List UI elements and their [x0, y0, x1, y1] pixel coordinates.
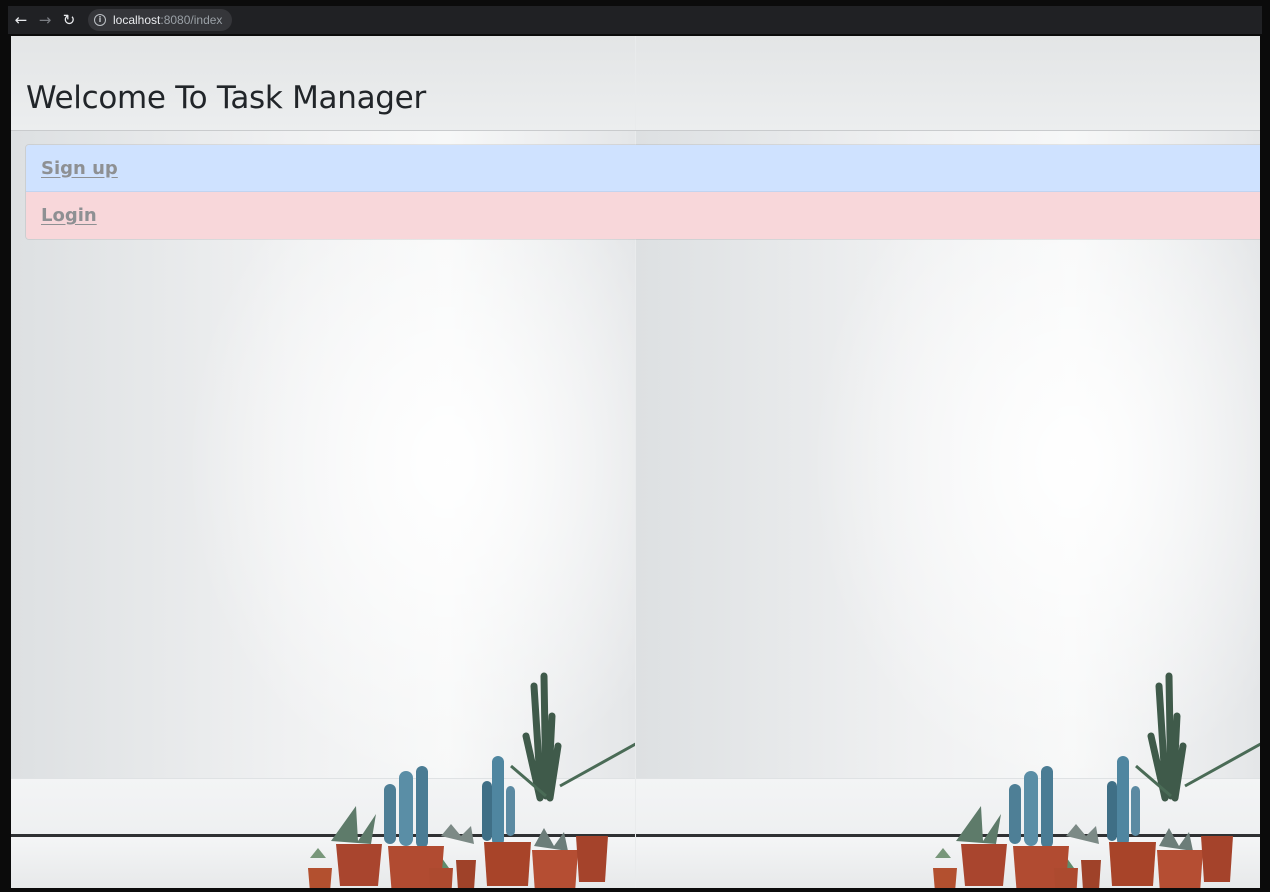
cactus-plants-image — [308, 672, 635, 888]
title-divider — [11, 130, 1260, 131]
list-item-login[interactable]: Login — [26, 192, 1260, 239]
page-viewport: Welcome To Task Manager Sign up Login — [11, 36, 1260, 888]
address-bar[interactable]: i localhost:8080/index — [88, 9, 233, 31]
page-title: Welcome To Task Manager — [26, 80, 426, 116]
reload-icon[interactable]: ↻ — [58, 9, 80, 31]
url-path: :8080/index — [160, 13, 223, 27]
list-item-sign-up[interactable]: Sign up — [26, 145, 1260, 192]
link-list: Sign up Login — [25, 144, 1260, 240]
cactus-plants-image — [933, 672, 1260, 888]
info-icon[interactable]: i — [94, 14, 106, 26]
browser-window: ← → ↻ i localhost:8080/index Welcome To… — [0, 0, 1270, 892]
url-host: localhost — [113, 13, 161, 27]
arrow-left-icon[interactable]: ← — [10, 9, 32, 31]
arrow-right-icon[interactable]: → — [34, 9, 56, 31]
sign-up-link[interactable]: Sign up — [41, 158, 118, 179]
browser-toolbar: ← → ↻ i localhost:8080/index — [8, 6, 1262, 34]
login-link[interactable]: Login — [41, 205, 97, 226]
